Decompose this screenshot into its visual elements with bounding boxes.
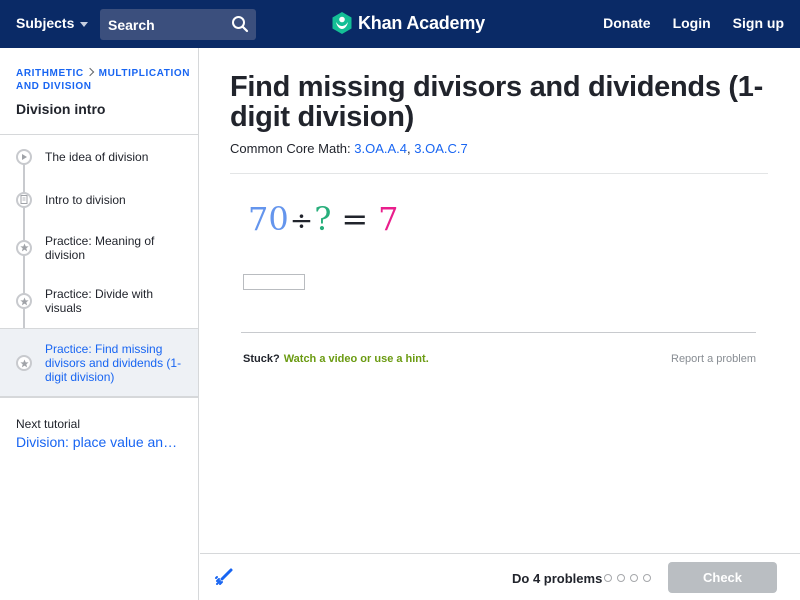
account-links: Donate Login Sign up bbox=[603, 15, 784, 31]
breadcrumb-arithmetic[interactable]: Arithmetic bbox=[16, 68, 84, 79]
equation-unknown: ? bbox=[314, 200, 332, 238]
stuck-label: Stuck? bbox=[243, 353, 280, 365]
subjects-label: Subjects bbox=[16, 15, 75, 31]
equation-dividend: 70 bbox=[248, 200, 289, 238]
exercise-area: Find missing divisors and dividends (1-d… bbox=[200, 48, 800, 553]
tutorial-item-label: Practice: Divide with visuals bbox=[45, 287, 154, 315]
breadcrumb: Arithmetic Multiplication and division bbox=[16, 67, 192, 93]
answer-input[interactable] bbox=[243, 274, 305, 290]
check-button[interactable]: Check bbox=[668, 562, 777, 593]
khan-academy-logo[interactable]: Khan Academy bbox=[332, 12, 485, 34]
brand-name: Khan Academy bbox=[358, 12, 485, 33]
standard-link-3oaa4[interactable]: 3.OA.A.4 bbox=[354, 141, 407, 156]
khan-logo-icon bbox=[332, 12, 352, 34]
login-link[interactable]: Login bbox=[673, 15, 711, 31]
search-icon[interactable] bbox=[231, 15, 249, 33]
tutorial-item-idea-of-division[interactable]: The idea of division bbox=[0, 135, 198, 178]
next-tutorial-label: Next tutorial bbox=[16, 417, 81, 431]
star-icon bbox=[16, 293, 32, 309]
tutorial-item-label: Practice: Find missing divisors and divi… bbox=[45, 342, 182, 384]
next-tutorial: Next tutorial Division: place value and … bbox=[0, 396, 198, 450]
tutorial-item-label: Practice: Meaning of division bbox=[45, 233, 155, 262]
standard-link-3oac7[interactable]: 3.OA.C.7 bbox=[414, 141, 467, 156]
tutorial-item-practice-missing-divisors[interactable]: Practice: Find missing divisors and divi… bbox=[0, 328, 198, 398]
stuck-prompt: Stuck? Watch a video or use a hint. bbox=[243, 353, 429, 365]
search-box bbox=[100, 9, 256, 40]
equation-division-sign: ÷ bbox=[289, 204, 314, 237]
progress-dot bbox=[617, 574, 625, 582]
signup-link[interactable]: Sign up bbox=[733, 15, 784, 31]
caret-down-icon bbox=[80, 21, 89, 27]
divider bbox=[241, 332, 756, 333]
play-icon bbox=[16, 148, 32, 165]
article-icon bbox=[16, 191, 32, 208]
tutorial-item-label: Intro to division bbox=[45, 192, 126, 207]
progress-dots bbox=[604, 574, 651, 582]
tutorial-item-practice-visuals[interactable]: Practice: Divide with visuals bbox=[0, 274, 198, 328]
top-navigation: Subjects Khan Academy Donate Login Sign … bbox=[0, 0, 800, 48]
donate-link[interactable]: Donate bbox=[603, 15, 650, 31]
star-icon bbox=[16, 355, 32, 371]
standards-prefix: Common Core Math: bbox=[230, 141, 355, 156]
search-input[interactable] bbox=[108, 16, 226, 33]
subjects-menu-button[interactable]: Subjects bbox=[16, 15, 89, 31]
tutorial-item-intro-to-division[interactable]: Intro to division bbox=[0, 178, 198, 221]
chevron-right-icon bbox=[85, 67, 94, 77]
hint-link[interactable]: Watch a video or use a hint. bbox=[284, 353, 429, 365]
division-equation: 70÷? = 7 bbox=[248, 200, 399, 238]
exercise-footer: Do 4 problems Check bbox=[200, 553, 800, 600]
page-title: Find missing divisors and dividends (1-d… bbox=[230, 71, 763, 133]
problem-count-label: Do 4 problems bbox=[512, 571, 603, 586]
progress-dot bbox=[643, 574, 651, 582]
unit-title: Division intro bbox=[16, 101, 106, 117]
divider bbox=[230, 173, 768, 174]
tutorial-item-practice-meaning[interactable]: Practice: Meaning of division bbox=[0, 221, 198, 274]
tutorial-sidebar: Arithmetic Multiplication and division Di… bbox=[0, 48, 199, 600]
report-problem-link[interactable]: Report a problem bbox=[671, 353, 756, 365]
tutorial-item-label: The idea of division bbox=[45, 149, 149, 164]
equation-equals-sign: = bbox=[341, 200, 369, 238]
progress-dot bbox=[604, 574, 612, 582]
tutorial-list: The idea of division Intro to division P… bbox=[0, 134, 198, 398]
progress-dot bbox=[630, 574, 638, 582]
next-tutorial-link[interactable]: Division: place value and area bbox=[16, 434, 182, 450]
equation-quotient: 7 bbox=[378, 200, 399, 238]
star-icon bbox=[16, 239, 32, 256]
scratchpad-pencil-icon[interactable] bbox=[214, 567, 234, 587]
common-core-standards: Common Core Math: 3.OA.A.4, 3.OA.C.7 bbox=[230, 141, 468, 156]
